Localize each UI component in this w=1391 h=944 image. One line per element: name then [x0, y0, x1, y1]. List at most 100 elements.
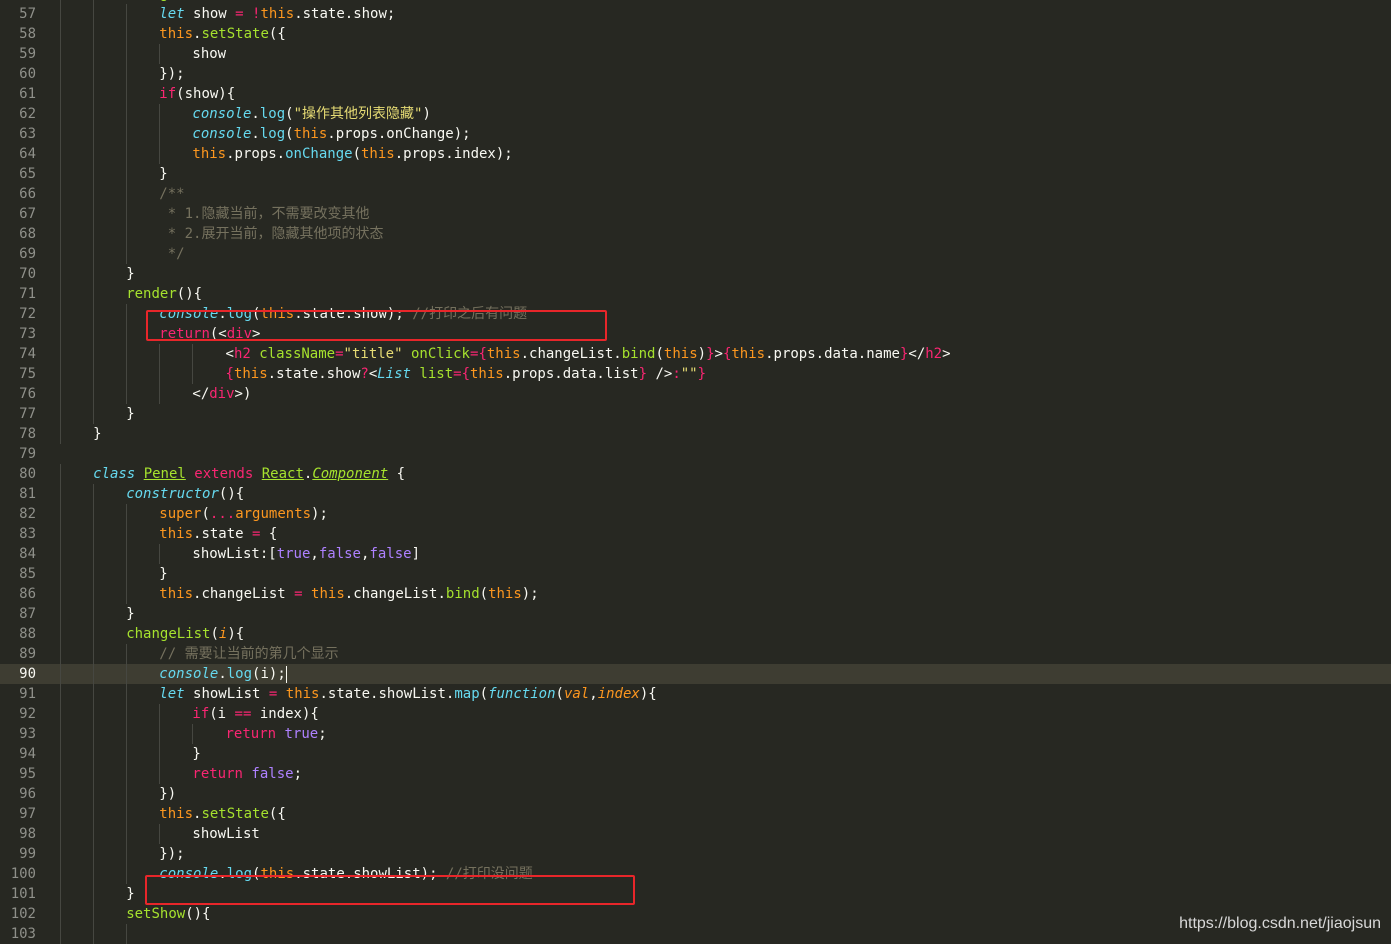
code-line[interactable]: 81 constructor(){	[0, 484, 1391, 504]
code-line[interactable]: 75 {this.state.show?<List list={this.prop…	[0, 364, 1391, 384]
code-line[interactable]: 91 let showList = this.state.showList.map…	[0, 684, 1391, 704]
code-token: show	[192, 46, 227, 62]
code-line[interactable]: 78}	[0, 424, 1391, 444]
code-token: let	[159, 6, 185, 22]
indent-guide	[93, 84, 95, 104]
code-line[interactable]: 86 this.changeList = this.changeList.bind…	[0, 584, 1391, 604]
code-line[interactable]: 74 <h2 className="title" onClick={this.ch…	[0, 344, 1391, 364]
code-line[interactable]: 98 showList	[0, 824, 1391, 844]
indent-guide	[159, 744, 161, 764]
indent-guide	[60, 264, 61, 284]
code-line[interactable]: 69 */	[0, 244, 1391, 264]
code-line[interactable]: 82 super(...arguments);	[0, 504, 1391, 524]
code-token: {	[225, 366, 234, 382]
code-line[interactable]: 70}	[0, 264, 1391, 284]
indent-guide	[192, 364, 194, 384]
code-line[interactable]: 71 render(){	[0, 284, 1391, 304]
line-number: 74	[19, 346, 36, 362]
code-line[interactable]: 90 console.log(i);	[0, 664, 1391, 684]
code-token: changeList	[126, 626, 211, 642]
code-line[interactable]: 89 // 需要让当前的第几个显示	[0, 644, 1391, 664]
code-token: }	[126, 606, 135, 622]
line-number: 58	[19, 26, 36, 42]
code-line[interactable]: 59 show	[0, 44, 1391, 64]
code-line[interactable]: 79	[0, 444, 1391, 464]
code-token: ]	[411, 546, 421, 562]
code-editor[interactable]: 56changeList(){57let show = !this.state.…	[0, 0, 1391, 944]
code-line[interactable]: 68 * 2.展开当前，隐藏其他项的状态	[0, 224, 1391, 244]
code-text: super(...arguments);	[159, 504, 328, 524]
code-text: console.log("操作其他列表隐藏")	[192, 104, 430, 124]
code-token: ){	[227, 626, 245, 642]
indent-guide	[126, 864, 128, 884]
code-token: .props.	[226, 146, 286, 162]
code-token: h2	[233, 346, 251, 362]
code-line[interactable]: 83 this.state = {	[0, 524, 1391, 544]
text-cursor	[285, 665, 287, 683]
code-line[interactable]: 84 showList:[true,false,false]	[0, 544, 1391, 564]
code-token: {	[260, 526, 278, 542]
line-number: 94	[19, 746, 36, 762]
indent-guide	[126, 364, 128, 384]
code-token: =	[294, 586, 303, 602]
code-line[interactable]: 92 if(i == index){	[0, 704, 1391, 724]
code-token: // 需要让当前的第几个显示	[159, 646, 339, 662]
code-line[interactable]: 66 /**	[0, 184, 1391, 204]
code-token: ({	[268, 806, 286, 822]
code-text: this.props.onChange(this.props.index);	[192, 144, 512, 164]
indent-guide	[192, 344, 194, 364]
indent-guide	[126, 524, 128, 544]
code-line[interactable]: 65}	[0, 164, 1391, 184]
code-line[interactable]: 63 console.log(this.props.onChange);	[0, 124, 1391, 144]
code-text: }	[126, 264, 134, 284]
code-line[interactable]: 87}	[0, 604, 1391, 624]
code-line[interactable]: 85}	[0, 564, 1391, 584]
code-line[interactable]: 97 this.setState({	[0, 804, 1391, 824]
indent-guide	[60, 344, 61, 364]
code-line[interactable]: 80 class Penel extends React.Component {	[0, 464, 1391, 484]
code-token: log	[259, 106, 286, 122]
code-line[interactable]: 76 </div>)	[0, 384, 1391, 404]
code-line[interactable]: 88 changeList(i){	[0, 624, 1391, 644]
code-line[interactable]: 61 if(show){	[0, 84, 1391, 104]
indent-guide	[126, 204, 128, 224]
indent-guide	[93, 204, 95, 224]
code-line[interactable]: 58 this.setState({	[0, 24, 1391, 44]
code-line[interactable]: 93 return true;	[0, 724, 1391, 744]
indent-guide	[60, 64, 61, 84]
code-line[interactable]: 57 let show = !this.state.show;	[0, 4, 1391, 24]
code-token: Penel	[143, 466, 186, 482]
indent-guide	[93, 784, 95, 804]
code-line[interactable]: 94}	[0, 744, 1391, 764]
code-line[interactable]: 67 * 1.隐藏当前，不需要改变其他	[0, 204, 1391, 224]
indent-guide	[60, 404, 61, 424]
code-line[interactable]: 95 return false;	[0, 764, 1391, 784]
code-line[interactable]: 77}	[0, 404, 1391, 424]
line-number: 92	[19, 706, 36, 722]
code-token: )	[422, 106, 431, 122]
code-text: if(i == index){	[192, 704, 318, 724]
indent-guide	[93, 64, 95, 84]
indent-guide	[93, 564, 95, 584]
indent-guide	[60, 824, 61, 844]
code-token: h2	[925, 346, 943, 362]
code-token: (){	[176, 286, 203, 302]
code-line[interactable]: 60});	[0, 64, 1391, 84]
indent-guide	[93, 744, 95, 764]
indent-guide	[159, 724, 161, 744]
indent-guide	[93, 504, 95, 524]
code-token: />	[647, 366, 673, 382]
indent-guide	[60, 584, 61, 604]
indent-guide	[93, 264, 95, 284]
code-token: .	[218, 666, 227, 682]
line-number: 73	[19, 326, 36, 342]
indent-guide	[126, 584, 128, 604]
code-text: // 需要让当前的第几个显示	[159, 644, 338, 664]
code-line[interactable]: 96})	[0, 784, 1391, 804]
code-line[interactable]: 64 this.props.onChange(this.props.index);	[0, 144, 1391, 164]
code-line[interactable]: 99});	[0, 844, 1391, 864]
code-text: }	[126, 604, 134, 624]
code-line[interactable]: 62 console.log("操作其他列表隐藏")	[0, 104, 1391, 124]
